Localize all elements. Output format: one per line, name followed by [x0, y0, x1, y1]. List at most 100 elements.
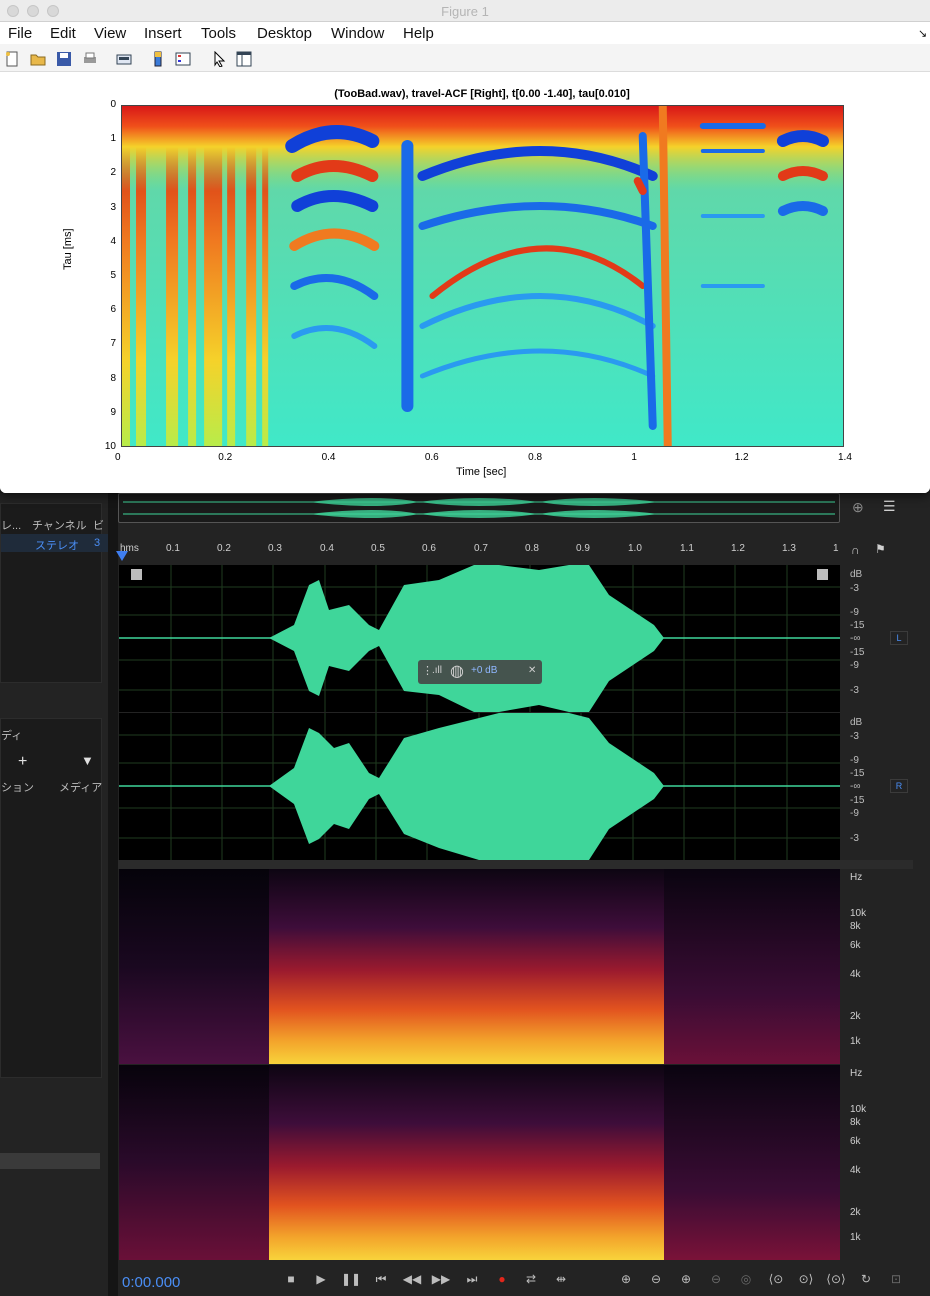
- skip-back-button[interactable]: ⏮: [371, 1272, 391, 1287]
- zoom-navigator-icon[interactable]: ⊕: [852, 499, 864, 516]
- hz-label: Hz: [850, 872, 863, 883]
- record-button[interactable]: ●: [492, 1272, 512, 1286]
- link-icon[interactable]: [116, 51, 132, 67]
- spectrogram-quiet-region: [119, 1065, 269, 1260]
- zoom-in-amplitude-icon[interactable]: ⊕: [616, 1272, 636, 1286]
- y-tick-label: 6: [110, 304, 116, 316]
- panel-divider[interactable]: [108, 493, 118, 1296]
- hz-label: 2k: [850, 1207, 861, 1218]
- rewind-button[interactable]: ◀◀: [402, 1272, 422, 1286]
- zoom-out-time-icon[interactable]: ⊖: [706, 1272, 726, 1286]
- y-tick-label: 9: [110, 406, 116, 418]
- save-icon[interactable]: [56, 51, 72, 67]
- pointer-icon[interactable]: [212, 51, 228, 67]
- hz-label: 8k: [850, 1117, 861, 1128]
- channel-badge-right[interactable]: R: [890, 779, 908, 793]
- ruler-tick: 1.2: [731, 543, 745, 554]
- pin-icon[interactable]: ✕: [528, 665, 536, 676]
- view-splitter[interactable]: [118, 860, 913, 869]
- hz-label: 8k: [850, 921, 861, 932]
- y-tick-label: 0: [110, 99, 116, 110]
- file-row-selected[interactable]: ステレオ 3: [1, 534, 109, 552]
- loop-button[interactable]: ⇄: [521, 1272, 541, 1286]
- pause-button[interactable]: ❚❚: [341, 1272, 361, 1286]
- marker-icon[interactable]: ⚑: [875, 542, 886, 556]
- db-scale-right: dB -3 -9 -15 -∞ -15 -9 -3 R: [842, 713, 912, 860]
- menu-insert[interactable]: Insert: [144, 25, 182, 42]
- db-label: -9: [850, 808, 859, 819]
- stop-button[interactable]: ■: [281, 1272, 301, 1286]
- dock-arrow-icon[interactable]: ↘: [918, 27, 927, 40]
- figure-toolbar: [0, 44, 930, 72]
- hz-label: 4k: [850, 969, 861, 980]
- add-icon[interactable]: +: [18, 753, 27, 771]
- new-figure-icon[interactable]: [4, 51, 20, 67]
- menu-help[interactable]: Help: [403, 25, 434, 42]
- zoom-in-right-icon[interactable]: ⊙⟩: [796, 1272, 816, 1286]
- panel-icon[interactable]: [236, 51, 252, 67]
- column-header-bit[interactable]: ビ: [93, 517, 104, 533]
- skip-forward-button[interactable]: ⏭: [462, 1272, 482, 1287]
- channel-badge-left[interactable]: L: [890, 631, 908, 645]
- open-file-icon[interactable]: [30, 51, 46, 67]
- acf-heatmap[interactable]: [121, 105, 844, 447]
- skip-selection-button[interactable]: ⇹: [551, 1272, 571, 1286]
- menu-desktop[interactable]: Desktop: [257, 25, 312, 42]
- colorbar-icon[interactable]: [150, 51, 166, 67]
- zoom-out-amplitude-icon[interactable]: ⊖: [646, 1272, 666, 1286]
- zoom-in-time-icon[interactable]: ⊕: [676, 1272, 696, 1286]
- y-tick-label: 2: [110, 167, 116, 179]
- files-panel: レ... チャンネル ビ ステレオ 3: [0, 503, 109, 683]
- db-label: dB: [850, 569, 863, 580]
- window-titlebar[interactable]: Figure 1: [0, 0, 930, 22]
- hz-label: 6k: [850, 940, 861, 951]
- panel-search-field[interactable]: [0, 1153, 100, 1169]
- headphones-icon[interactable]: ∩: [851, 543, 860, 557]
- filter-icon[interactable]: ▼: [81, 753, 94, 768]
- legend-icon[interactable]: [175, 51, 191, 67]
- zoom-full-icon[interactable]: ⟨⊙⟩: [826, 1272, 846, 1286]
- zoom-extra-icon[interactable]: ⊡: [886, 1272, 906, 1286]
- zoom-in-left-icon[interactable]: ⟨⊙: [766, 1272, 786, 1286]
- print-icon[interactable]: [82, 51, 98, 67]
- editor-area: ⊕ ☰ hms 0.1 0.2 0.3 0.4 0.5 0.6 0.7 0.8 …: [116, 493, 930, 1296]
- figure-window: Figure 1 File Edit View Insert Tools Des…: [0, 0, 930, 493]
- ruler-tick: 0.8: [525, 543, 539, 554]
- column-header-name[interactable]: レ...: [1, 517, 21, 533]
- spectrogram-right[interactable]: [119, 1065, 840, 1260]
- play-button[interactable]: ▶: [311, 1272, 331, 1286]
- menu-edit[interactable]: Edit: [50, 25, 76, 42]
- hz-label: 1k: [850, 1036, 861, 1047]
- panel-button-session[interactable]: ション: [1, 779, 34, 795]
- spectrogram-left[interactable]: [119, 869, 840, 1064]
- db-label: -3: [850, 833, 859, 844]
- menu-tools[interactable]: Tools: [201, 25, 236, 42]
- menu-file[interactable]: File: [8, 25, 32, 42]
- x-tick-label: 0.6: [424, 452, 439, 463]
- db-label: -∞: [850, 781, 861, 792]
- menu-window[interactable]: Window: [331, 25, 384, 42]
- hz-label: 6k: [850, 1136, 861, 1147]
- corner-fade-out-icon[interactable]: [817, 569, 828, 580]
- corner-fade-in-icon[interactable]: [131, 569, 142, 580]
- menu-view[interactable]: View: [94, 25, 126, 42]
- timecode-display[interactable]: 0:00.000: [122, 1274, 180, 1291]
- y-tick-label: 5: [110, 270, 116, 281]
- hud-gain-control[interactable]: ⋮ .ıll ◍ +0 dB ✕: [418, 660, 542, 684]
- hz-scale-right: Hz 10k 8k 6k 4k 2k 1k: [842, 1065, 912, 1260]
- panel-button-media[interactable]: メディア: [59, 779, 102, 795]
- time-ruler[interactable]: hms 0.1 0.2 0.3 0.4 0.5 0.6 0.7 0.8 0.9 …: [118, 538, 840, 558]
- db-label: -3: [850, 731, 859, 742]
- gain-knob-icon[interactable]: ◍: [450, 661, 464, 681]
- waveform-left-channel[interactable]: ⋮ .ıll ◍ +0 dB ✕: [119, 565, 840, 712]
- overview-bar[interactable]: [118, 493, 840, 523]
- list-icon[interactable]: ☰: [883, 498, 896, 515]
- ruler-tick: 1.3: [782, 543, 796, 554]
- playhead-marker[interactable]: [116, 551, 128, 561]
- waveform-right-channel[interactable]: [119, 713, 840, 860]
- zoom-selection-icon[interactable]: ◎: [736, 1272, 756, 1286]
- column-header-channel[interactable]: チャンネル: [32, 517, 87, 533]
- zoom-reset-icon[interactable]: ↻: [856, 1272, 876, 1286]
- fast-forward-button[interactable]: ▶▶: [431, 1272, 451, 1286]
- ruler-tick: 0.2: [217, 543, 231, 554]
